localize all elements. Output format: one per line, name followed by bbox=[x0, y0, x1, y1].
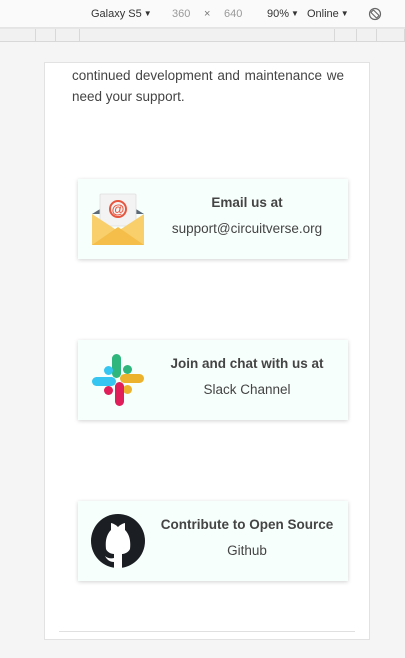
github-card-text: Contribute to Open Source Github bbox=[150, 501, 344, 581]
device-name: Galaxy S5 bbox=[91, 8, 142, 20]
github-card[interactable]: Contribute to Open Source Github bbox=[78, 501, 348, 581]
network-throttle-select[interactable]: Online ▼ bbox=[307, 8, 349, 20]
device-dropdown-caret-icon: ▼ bbox=[143, 9, 152, 18]
zoom-select[interactable]: 90% ▼ bbox=[267, 8, 299, 20]
zoom-dropdown-caret-icon: ▼ bbox=[291, 9, 299, 18]
network-value: Online bbox=[307, 8, 339, 20]
footer-divider bbox=[59, 631, 355, 632]
ruler-segment[interactable] bbox=[56, 29, 80, 41]
slack-card[interactable]: Join and chat with us at Slack Channel bbox=[78, 340, 348, 420]
email-envelope-icon: @ bbox=[92, 193, 144, 245]
support-intro-text: continued development and maintenance we… bbox=[72, 68, 344, 104]
ruler-segment[interactable] bbox=[80, 29, 335, 41]
email-card[interactable]: @ Email us at support@circuitverse.org bbox=[78, 179, 348, 259]
ruler-segment[interactable] bbox=[377, 29, 405, 41]
github-icon bbox=[91, 514, 145, 568]
slack-channel-link[interactable]: Slack Channel bbox=[150, 382, 344, 397]
slack-card-title: Join and chat with us at bbox=[170, 356, 324, 371]
svg-text:@: @ bbox=[112, 202, 125, 217]
device-toolbar: Galaxy S5 ▼ 360 × 640 90% ▼ Online ▼ bbox=[0, 0, 405, 28]
network-dropdown-caret-icon: ▼ bbox=[340, 9, 349, 18]
dimension-separator: × bbox=[204, 8, 211, 20]
email-card-text: Email us at support@circuitverse.org bbox=[150, 179, 344, 259]
slack-card-text: Join and chat with us at Slack Channel bbox=[150, 340, 344, 420]
media-query-ruler[interactable] bbox=[0, 28, 405, 42]
ruler-segment[interactable] bbox=[335, 29, 357, 41]
ruler-segment[interactable] bbox=[357, 29, 377, 41]
email-card-title: Email us at bbox=[211, 195, 283, 210]
device-viewport: continued development and maintenance we… bbox=[44, 62, 370, 640]
slack-icon bbox=[92, 354, 144, 406]
github-link[interactable]: Github bbox=[150, 543, 344, 558]
device-select[interactable]: Galaxy S5 ▼ bbox=[91, 8, 152, 20]
viewport-width-input[interactable]: 360 bbox=[172, 8, 190, 20]
zoom-value: 90% bbox=[267, 8, 290, 20]
ruler-segment[interactable] bbox=[36, 29, 56, 41]
rotate-icon[interactable] bbox=[368, 7, 382, 21]
viewport-height-input[interactable]: 640 bbox=[224, 8, 242, 20]
github-card-title: Contribute to Open Source bbox=[160, 517, 334, 532]
ruler-segment[interactable] bbox=[0, 29, 36, 41]
email-address-link[interactable]: support@circuitverse.org bbox=[150, 221, 344, 236]
